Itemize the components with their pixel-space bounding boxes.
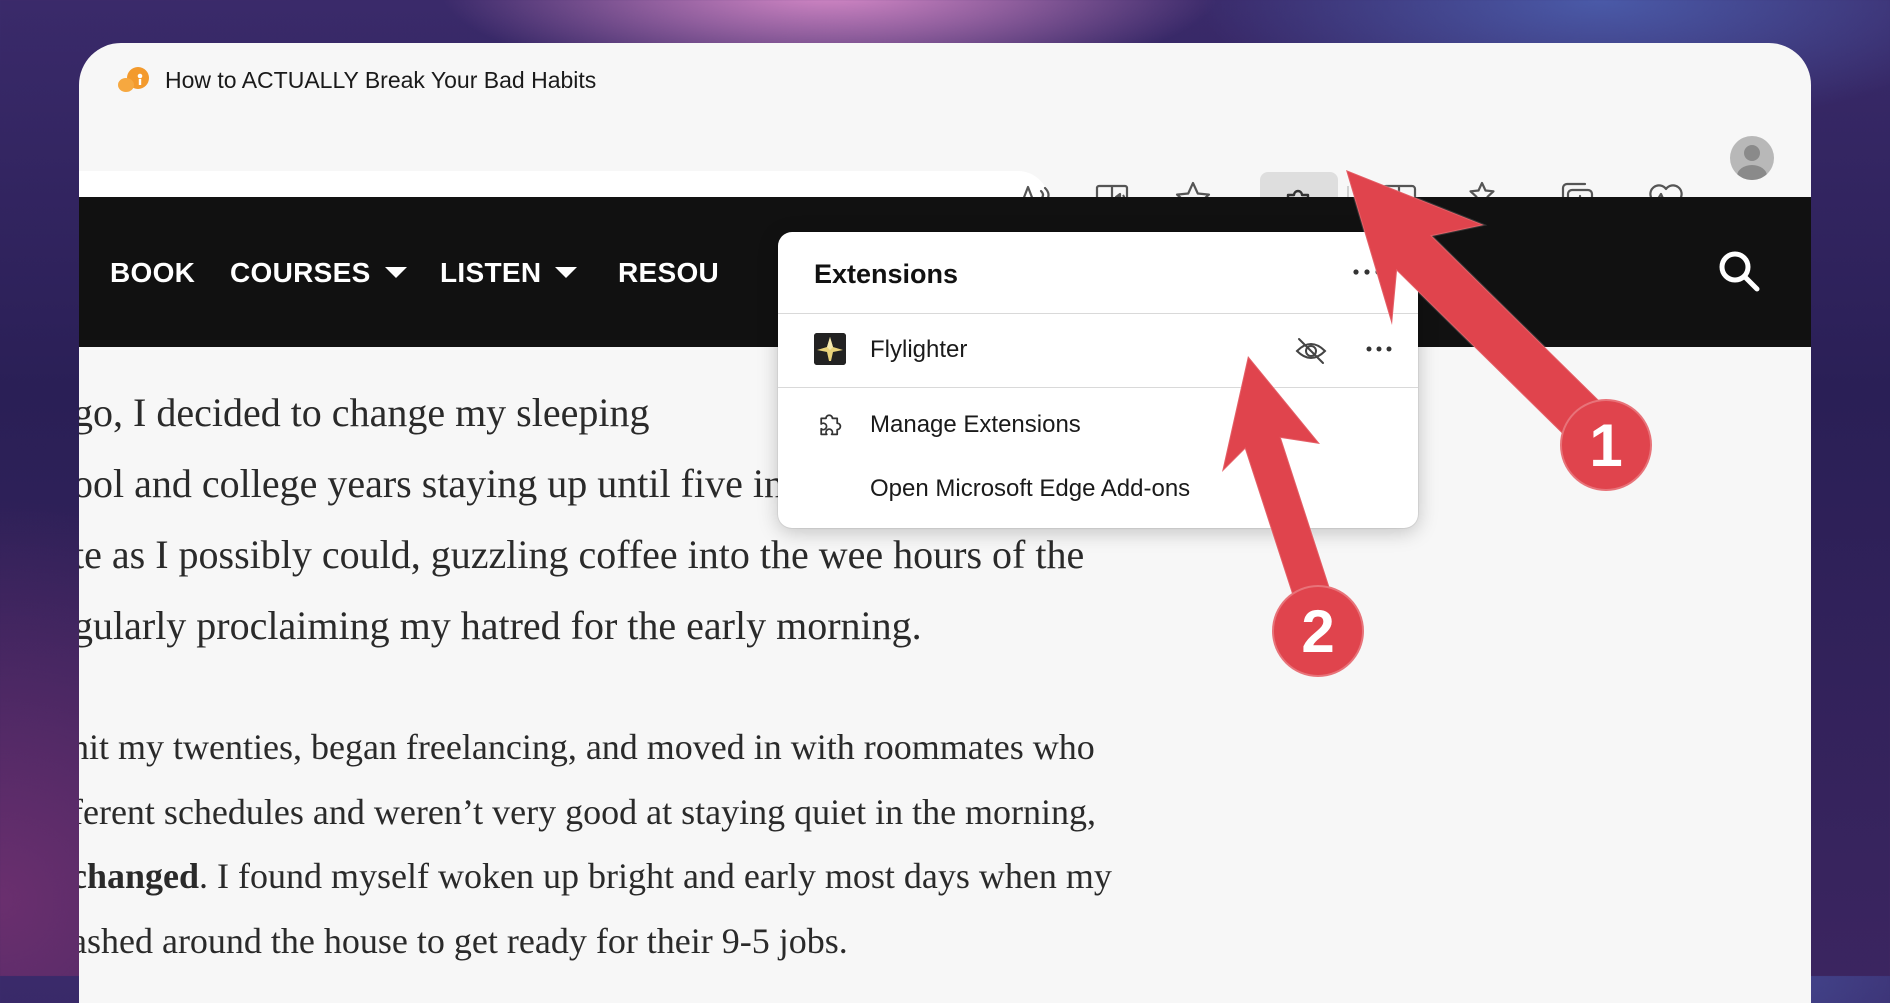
nav-item-listen-label: LISTEN bbox=[440, 257, 542, 288]
extension-name: Flylighter bbox=[870, 336, 968, 363]
nav-item-courses-label: COURSES bbox=[230, 257, 371, 288]
article-line: te as I possibly could, guzzling coffee … bbox=[79, 532, 1085, 577]
annotation-badge-1: 1 bbox=[1560, 399, 1652, 491]
hide-from-toolbar-icon[interactable] bbox=[1294, 334, 1328, 368]
search-icon[interactable] bbox=[1717, 249, 1761, 293]
chevron-down-icon bbox=[555, 267, 578, 279]
menu-label: Manage Extensions bbox=[870, 411, 1081, 438]
divider bbox=[778, 387, 1418, 388]
article-line: ashed around the house to get ready for … bbox=[79, 920, 848, 961]
article-line: changed. I found myself woken up bright … bbox=[79, 844, 1112, 909]
more-options-icon[interactable] bbox=[1350, 264, 1384, 280]
browser-window: How to ACTUALLY Break Your Bad Habits BO… bbox=[79, 43, 1811, 1003]
chevron-down-icon bbox=[384, 267, 407, 279]
tab-title[interactable]: How to ACTUALLY Break Your Bad Habits bbox=[165, 67, 596, 94]
annotation-badge-2: 2 bbox=[1272, 585, 1364, 677]
extensions-popup: Extensions Flylighter Manage Extensions … bbox=[778, 232, 1418, 528]
flylighter-logo-icon bbox=[814, 333, 846, 365]
nav-item-courses[interactable]: COURSES bbox=[230, 257, 407, 289]
extension-item-flylighter[interactable]: Flylighter bbox=[778, 314, 1418, 386]
article-line: gularly proclaiming my hatred for the ea… bbox=[79, 603, 922, 648]
mascot-favicon-icon[interactable] bbox=[117, 65, 151, 95]
article-line: ferent schedules and weren’t very good a… bbox=[79, 791, 1097, 832]
open-edge-addons-item[interactable]: Open Microsoft Edge Add-ons bbox=[778, 460, 1418, 518]
nav-item-listen[interactable]: LISTEN bbox=[440, 257, 578, 289]
article-line: hit my twenties, began freelancing, and … bbox=[79, 727, 1095, 767]
article-bold-text: changed bbox=[79, 856, 200, 896]
nav-item-resources[interactable]: RESOU bbox=[618, 257, 719, 289]
profile-avatar-icon[interactable] bbox=[1730, 136, 1774, 180]
nav-item-book[interactable]: BOOK bbox=[110, 257, 195, 289]
more-options-icon[interactable] bbox=[1364, 342, 1394, 356]
manage-extensions-item[interactable]: Manage Extensions bbox=[778, 396, 1418, 454]
popup-title: Extensions bbox=[814, 259, 959, 289]
tab-bar: How to ACTUALLY Break Your Bad Habits bbox=[79, 43, 1811, 129]
puzzle-icon bbox=[820, 414, 842, 436]
article-paragraph-2: hit my twenties, began freelancing, and … bbox=[79, 715, 1112, 973]
article-line-rest: . I found myself woken up bright and ear… bbox=[199, 856, 1112, 896]
menu-label: Open Microsoft Edge Add-ons bbox=[870, 475, 1191, 502]
